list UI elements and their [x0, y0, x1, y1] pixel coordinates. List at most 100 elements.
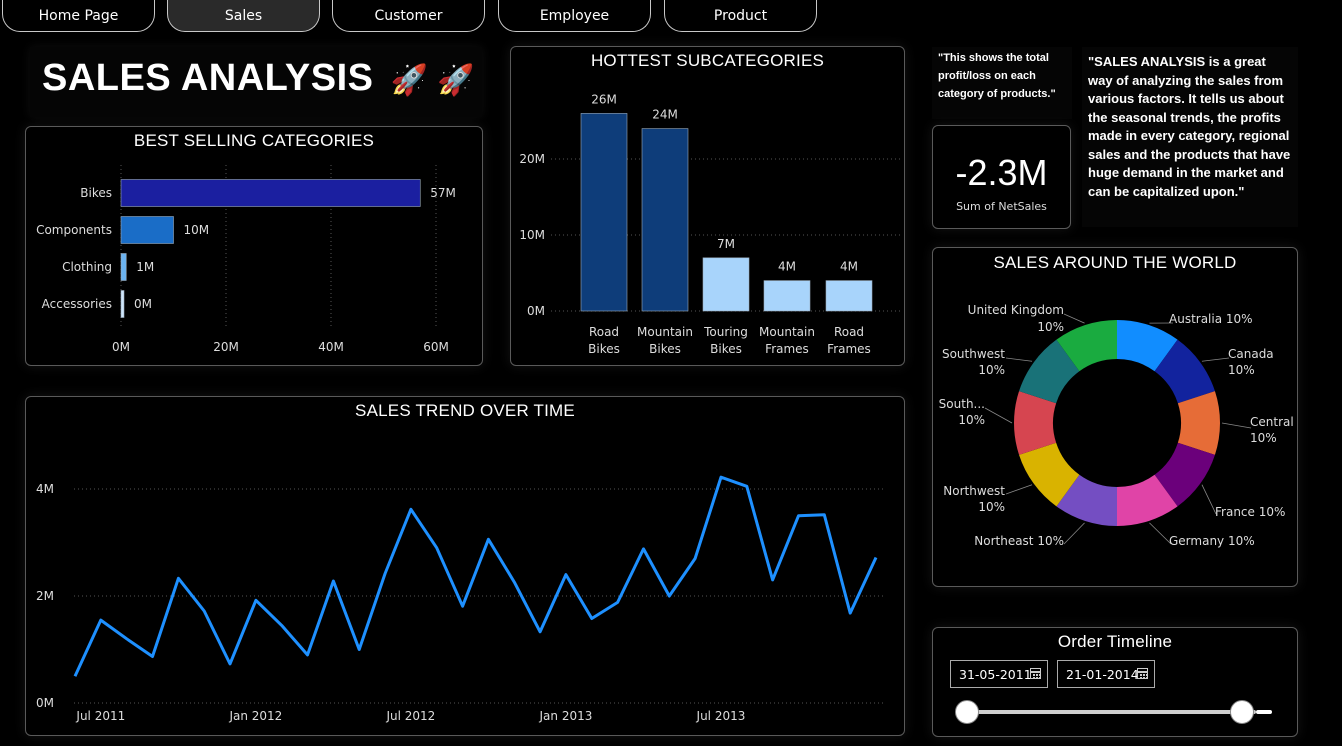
nav-employee-button[interactable]: Employee	[498, 0, 651, 32]
y-tick-label: 2M	[36, 589, 54, 603]
hottest-chart: 0M 10M 20M 26M Road Bikes 24M Mountain Bikes 7M To…	[519, 92, 901, 356]
x-tick-label: Jul 2011	[75, 709, 125, 723]
slice-percent: 10%	[1037, 320, 1064, 334]
slice-percent: 10%	[958, 413, 985, 427]
slice-label: South...	[939, 397, 985, 411]
y-tick-label: 0M	[527, 304, 545, 318]
y-tick-label: 10M	[519, 228, 545, 242]
data-label: 57M	[430, 186, 456, 200]
nav-customer-button[interactable]: Customer	[332, 0, 485, 32]
end-date-value: 21-01-2014	[1066, 666, 1139, 682]
bar	[120, 253, 127, 281]
data-label: 24M	[652, 108, 678, 122]
nav-sales-button[interactable]: Sales	[167, 0, 320, 32]
category-label: Touring	[703, 325, 748, 339]
x-tick-label: 0M	[112, 340, 130, 354]
x-tick-label: Jul 2013	[696, 709, 746, 723]
category-label: Frames	[827, 342, 871, 356]
data-label: 1M	[136, 260, 154, 274]
hottest-card: HOTTEST SUBCATEGORIES 0M 10M 20M 26M Road Bik…	[510, 46, 905, 366]
slider-start-handle[interactable]	[955, 700, 979, 724]
analysis-description: "SALES ANALYSIS is a great way of analyz…	[1082, 47, 1298, 227]
category-label: Bikes	[649, 342, 681, 356]
bar	[702, 257, 750, 312]
slice-label: Central	[1250, 415, 1294, 429]
sales-trend-line	[73, 475, 878, 677]
kpi-value: -2.3M	[955, 152, 1048, 193]
category-label: Bikes	[588, 342, 620, 356]
slice-label: Canada	[1228, 347, 1274, 361]
trend-line-chart: 0M 2M 4M Jul 2011 Jan 2012 Jul 2012 Jan 2013 Ju…	[36, 475, 886, 723]
bar	[120, 290, 125, 318]
slice-label: Southwest	[942, 347, 1005, 361]
slice-percent: 10%	[1228, 363, 1255, 377]
bar	[580, 113, 628, 312]
slice-label: France 10%	[1215, 505, 1285, 519]
x-tick-label: Jul 2012	[385, 709, 435, 723]
slice-label: Germany 10%	[1169, 534, 1255, 548]
category-label: Clothing	[62, 260, 112, 274]
end-date-input[interactable]: 21-01-2014	[1057, 660, 1155, 688]
data-label: 7M	[717, 237, 735, 251]
category-label: Road	[834, 325, 864, 339]
category-label: Bikes	[710, 342, 742, 356]
calendar-icon[interactable]	[1137, 668, 1148, 679]
world-sales-card: SALES AROUND THE WORLD Australia 10% Cana…	[932, 247, 1298, 587]
netsales-kpi-card: -2.3M Sum of NetSales	[932, 125, 1071, 229]
y-tick-label: 20M	[519, 152, 545, 166]
order-timeline-card: Order Timeline 31-05-2011 21-01-2014	[932, 627, 1298, 737]
category-label: Frames	[765, 342, 809, 356]
nav-product-button[interactable]: Product	[664, 0, 817, 32]
hero-banner: SALES ANALYSIS 🚀 🚀	[30, 47, 482, 117]
slice-label: Australia 10%	[1169, 312, 1253, 326]
x-tick-label: 60M	[423, 340, 449, 354]
timeline-title: Order Timeline	[1057, 632, 1173, 651]
sales-trend-card: SALES TREND OVER TIME 0M 2M 4M Jul 2011 Jan …	[25, 396, 905, 736]
slice-percent: 10%	[1250, 431, 1277, 445]
page-title-text: SALES ANALYSIS	[42, 57, 374, 99]
x-tick-label: 20M	[213, 340, 239, 354]
kpi-label: Sum of NetSales	[956, 200, 1047, 213]
page-title: SALES ANALYSIS 🚀 🚀	[42, 57, 475, 100]
slider-end-handle[interactable]	[1230, 700, 1254, 724]
data-label: 26M	[591, 92, 617, 106]
bar	[120, 179, 421, 207]
bar	[120, 216, 174, 244]
category-label: Mountain	[637, 325, 693, 339]
slice-percent: 10%	[978, 500, 1005, 514]
data-label: 4M	[840, 260, 858, 274]
category-label: Mountain	[759, 325, 815, 339]
y-tick-label: 0M	[36, 696, 54, 710]
leader-line	[984, 407, 1013, 424]
category-label: Accessories	[42, 297, 112, 311]
leader-line	[1063, 522, 1085, 545]
data-label: 4M	[778, 260, 796, 274]
slice-label: Northwest	[943, 484, 1005, 498]
bar	[641, 128, 689, 312]
x-tick-label: Jan 2013	[539, 709, 593, 723]
slice-label: Northeast 10%	[974, 534, 1064, 548]
slice-percent: 10%	[978, 363, 1005, 377]
x-tick-label: Jan 2012	[228, 709, 282, 723]
bar	[825, 280, 873, 312]
data-label: 0M	[134, 297, 152, 311]
calendar-icon[interactable]	[1030, 668, 1041, 679]
leader-line	[1149, 522, 1172, 545]
leader-line	[1063, 313, 1085, 324]
leader-line	[1005, 484, 1033, 495]
nav-home-page-button[interactable]: Home Page	[2, 0, 155, 32]
category-label: Components	[36, 223, 112, 237]
slice-label: United Kingdom	[968, 303, 1064, 317]
leader-line	[1201, 357, 1230, 362]
world-donut-chart: Australia 10% Canada 10% Central 10% France 1…	[939, 303, 1294, 548]
leader-line	[1005, 357, 1033, 362]
rocket-icon: 🚀 🚀	[390, 64, 476, 97]
category-label: Road	[589, 325, 619, 339]
best-selling-card: BEST SELLING CATEGORIES 0M 20M 40M 60M Bikes…	[25, 126, 483, 366]
leader-line	[1201, 484, 1217, 515]
x-tick-label: 40M	[318, 340, 344, 354]
start-date-input[interactable]: 31-05-2011	[950, 660, 1048, 688]
y-tick-label: 4M	[36, 482, 54, 496]
date-range-slider-track[interactable]	[966, 710, 1256, 714]
profit-note: "This shows the total profit/loss on eac…	[932, 47, 1072, 119]
